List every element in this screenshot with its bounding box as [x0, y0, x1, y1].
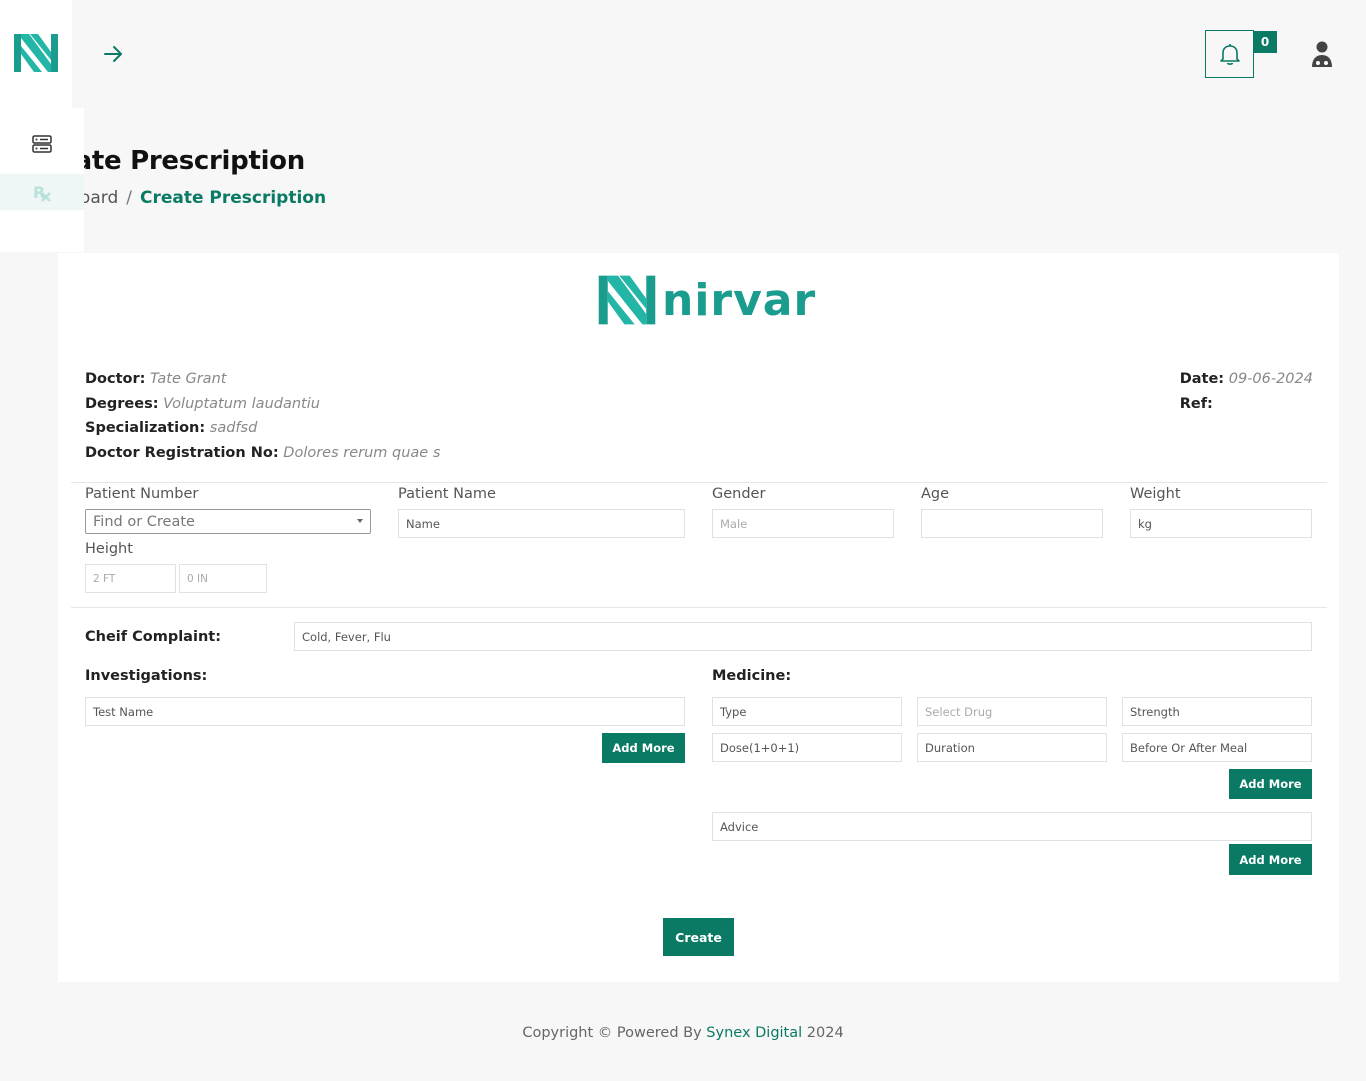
- test-name-input[interactable]: Test Name: [85, 697, 685, 726]
- rx-icon: R: [33, 183, 51, 202]
- advice-add-more-button[interactable]: Add More: [1229, 844, 1312, 875]
- footer: Copyright © Powered By Synex Digital 202…: [0, 1025, 1366, 1041]
- doctor-specialization-label: Specialization:: [85, 420, 206, 436]
- doctor-avatar-icon[interactable]: [1310, 40, 1334, 68]
- notification-button[interactable]: [1205, 30, 1254, 78]
- patient-number-label: Patient Number: [85, 486, 199, 502]
- date-row: Date: 09-06-2024: [1180, 367, 1313, 392]
- strength-input[interactable]: Strength: [1122, 697, 1312, 726]
- medicine-type-input[interactable]: Type: [712, 697, 902, 726]
- height-ft-input[interactable]: 2 FT: [85, 564, 176, 593]
- height-label: Height: [85, 541, 133, 557]
- breadcrumb-current: Create Prescription: [139, 188, 327, 208]
- ref-row: Ref:: [1180, 392, 1313, 417]
- breadcrumb: Dashboard / Create Prescription: [84, 188, 326, 208]
- medicine-add-more-button[interactable]: Add More: [1229, 769, 1312, 799]
- breadcrumb-dashboard[interactable]: Dashboard: [84, 188, 118, 208]
- doctor-registration: Dolores rerum quae s: [283, 444, 441, 461]
- divider: [71, 482, 1327, 483]
- doctor-name-label: Doctor:: [85, 371, 146, 387]
- footer-year: 2024: [806, 1025, 844, 1041]
- bell-icon: [1219, 44, 1240, 65]
- footer-company-link[interactable]: Synex Digital: [706, 1025, 802, 1041]
- advice-input[interactable]: Advice: [712, 812, 1312, 841]
- caret-down-icon: [357, 519, 363, 523]
- doctor-specialization-row: Specialization: sadfsd: [85, 416, 440, 441]
- gender-input[interactable]: Male: [712, 509, 894, 538]
- doctor-degrees-label: Degrees:: [85, 395, 159, 412]
- weight-label: Weight: [1130, 486, 1181, 502]
- patient-number-placeholder: Find or Create: [93, 513, 195, 530]
- dose-input[interactable]: Dose(1+0+1): [712, 733, 902, 762]
- app-logo[interactable]: [0, 0, 72, 108]
- gender-label: Gender: [712, 486, 766, 502]
- doctor-name: Tate Grant: [150, 371, 227, 387]
- brand-logo: nirvar: [596, 273, 816, 327]
- doctor-registration-label: Doctor Registration No:: [85, 444, 279, 461]
- age-label: Age: [921, 486, 950, 502]
- page-title: Create Prescription: [84, 146, 305, 176]
- doctor-degrees: Voluptatum laudantiu: [163, 395, 320, 412]
- breadcrumb-separator: /: [126, 188, 132, 208]
- sidebar: R: [0, 108, 84, 252]
- server-list-icon: [32, 135, 52, 153]
- arrow-right-icon[interactable]: [101, 42, 125, 66]
- page-header: Create Prescription Dashboard / Create Pre…: [84, 140, 484, 220]
- select-drug-input[interactable]: Select Drug: [917, 697, 1107, 726]
- divider: [71, 607, 1327, 608]
- duration-input[interactable]: Duration: [917, 733, 1107, 762]
- doctor-info: Doctor: Tate Grant Degrees: Voluptatum l…: [85, 367, 440, 465]
- weight-input[interactable]: kg: [1130, 509, 1312, 538]
- age-input[interactable]: [921, 509, 1103, 538]
- investigations-label: Investigations:: [85, 668, 208, 684]
- patient-name-input[interactable]: Name: [398, 509, 685, 538]
- prescription-card: nirvar Doctor: Tate Grant Degrees: Volup…: [58, 253, 1339, 982]
- doctor-name-row: Doctor: Tate Grant: [85, 367, 440, 392]
- footer-copyright: Copyright © Powered By: [522, 1025, 702, 1041]
- doctor-degrees-row: Degrees: Voluptatum laudantiu: [85, 392, 440, 417]
- prescription-meta: Date: 09-06-2024 Ref:: [1180, 367, 1313, 416]
- brand-logo-icon: [598, 275, 656, 325]
- height-in-input[interactable]: 0 IN: [179, 564, 267, 593]
- notification-count-badge: 0: [1253, 31, 1277, 53]
- doctor-specialization: sadfsd: [209, 420, 258, 436]
- logo-icon: [14, 34, 58, 72]
- sidebar-item-prescription[interactable]: R: [0, 174, 84, 210]
- brand-name: nirvar: [662, 274, 817, 326]
- meal-timing-input[interactable]: Before Or After Meal: [1122, 733, 1312, 762]
- create-button[interactable]: Create: [663, 918, 734, 956]
- patient-name-label: Patient Name: [398, 486, 496, 502]
- doctor-registration-row: Doctor Registration No: Dolores rerum qu…: [85, 441, 440, 466]
- chief-complaint-label: Cheif Complaint:: [85, 629, 221, 645]
- investigations-add-more-button[interactable]: Add More: [602, 733, 685, 763]
- date-value: 09-06-2024: [1228, 371, 1313, 387]
- patient-number-select[interactable]: Find or Create: [85, 509, 371, 534]
- date-label: Date:: [1179, 371, 1225, 387]
- sidebar-item-dashboard[interactable]: [0, 126, 84, 162]
- chief-complaint-input[interactable]: Cold, Fever, Flu: [294, 622, 1312, 651]
- ref-label: Ref:: [1179, 395, 1213, 412]
- medicine-label: Medicine:: [712, 668, 792, 684]
